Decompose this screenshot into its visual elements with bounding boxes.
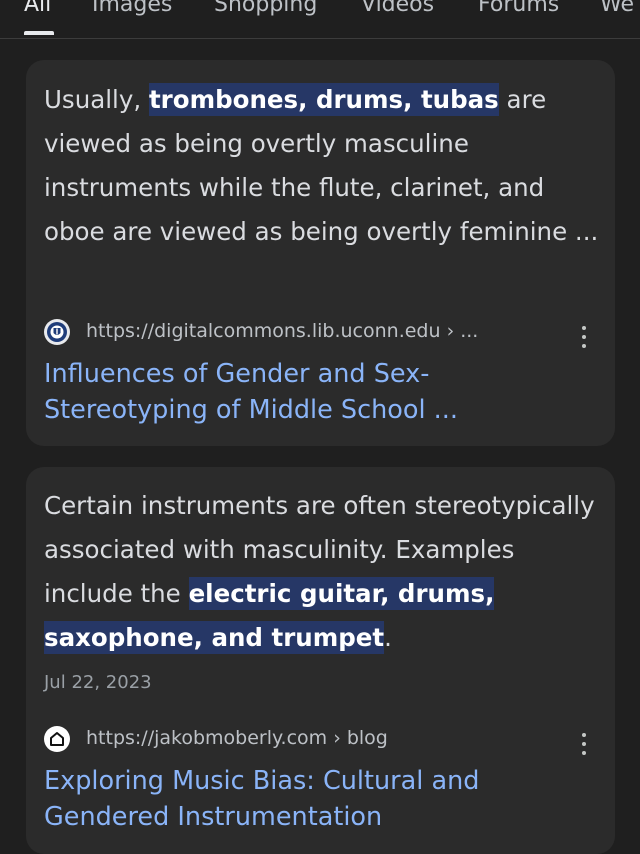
tab-images[interactable]: Images xyxy=(92,0,172,20)
result-url[interactable]: https://digitalcommons.lib.uconn.edu › .… xyxy=(86,317,478,345)
snippet-text: . xyxy=(384,623,392,652)
university-seal-icon xyxy=(44,319,70,345)
result-snippet: Certain instruments are often stereotypi… xyxy=(44,484,604,660)
snippet-highlight: trombones, drums, tubas xyxy=(148,83,499,116)
tab-all[interactable]: All xyxy=(24,0,51,20)
result-title-link[interactable]: Exploring Music Bias: Cultural and Gende… xyxy=(44,763,584,835)
result-source[interactable]: https://digitalcommons.lib.uconn.edu › .… xyxy=(44,317,604,345)
house-icon xyxy=(44,726,70,752)
tab-shopping[interactable]: Shopping xyxy=(214,0,317,20)
more-vert-icon[interactable] xyxy=(581,326,587,348)
tab-web[interactable]: We xyxy=(600,0,634,20)
search-tabs: All Images Shopping Videos Forums We xyxy=(0,0,640,39)
snippet-text: Usually, xyxy=(44,85,149,114)
result-card: Usually, trombones, drums, tubas are vie… xyxy=(26,60,615,446)
result-url[interactable]: https://jakobmoberly.com › blog xyxy=(86,724,388,752)
result-source[interactable]: https://jakobmoberly.com › blog xyxy=(44,724,604,752)
result-title-link[interactable]: Influences of Gender and Sex-Stereotypin… xyxy=(44,356,584,428)
tab-videos[interactable]: Videos xyxy=(361,0,434,20)
tab-forums[interactable]: Forums xyxy=(478,0,559,20)
active-tab-indicator xyxy=(24,31,54,35)
result-card: Certain instruments are often stereotypi… xyxy=(26,467,615,854)
result-snippet: Usually, trombones, drums, tubas are vie… xyxy=(44,78,604,254)
result-date: Jul 22, 2023 xyxy=(44,672,152,693)
more-vert-icon[interactable] xyxy=(581,733,587,755)
